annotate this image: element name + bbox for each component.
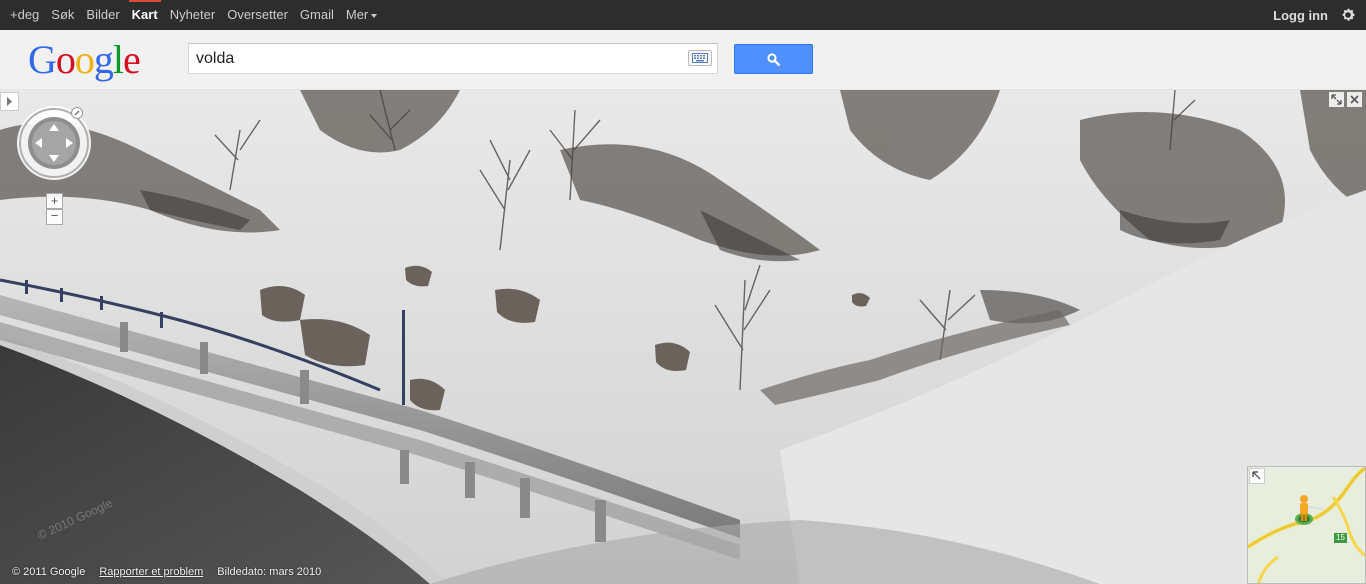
nav-item-oversetter[interactable]: Oversetter xyxy=(227,0,288,30)
logo-letter: o xyxy=(74,37,95,82)
logo-letter: e xyxy=(123,37,141,82)
search-box xyxy=(188,43,718,74)
google-logo[interactable]: Google xyxy=(28,37,141,82)
top-right: Logg inn xyxy=(1273,0,1356,30)
close-icon xyxy=(1350,95,1359,104)
expand-icon xyxy=(1331,94,1342,105)
close-street-view-button[interactable] xyxy=(1347,92,1362,107)
search-header: Google xyxy=(0,30,1366,90)
search-button[interactable] xyxy=(734,44,813,74)
nav-item-mer[interactable]: Mer xyxy=(345,0,378,30)
mini-map-image xyxy=(1248,467,1365,583)
nav-item-mer-label: Mer xyxy=(345,7,369,22)
nav-item-nyheter[interactable]: Nyheter xyxy=(170,0,216,30)
street-view-image: © 2010 Google xyxy=(0,90,1366,584)
street-view-panorama[interactable]: © 2010 Google xyxy=(0,90,1366,584)
report-problem-link[interactable]: Rapporter et problem xyxy=(99,566,203,578)
zoom-in-button[interactable]: + xyxy=(46,193,63,209)
nav-item-plus-deg[interactable]: +deg xyxy=(10,0,39,30)
magnifier-icon xyxy=(767,52,780,66)
keyboard-icon[interactable] xyxy=(688,50,712,66)
top-bar: +deg Søk Bilder Kart Nyheter Oversetter … xyxy=(0,0,1366,30)
mini-map-expand-button[interactable] xyxy=(1249,468,1265,484)
login-link[interactable]: Logg inn xyxy=(1273,8,1328,23)
copyright-text: © 2011 Google xyxy=(12,566,86,578)
pano-footer: © 2011 Google Rapporter et problem Bilde… xyxy=(12,566,321,578)
image-date-text: Bildedato: mars 2010 xyxy=(217,566,322,578)
top-nav: +deg Søk Bilder Kart Nyheter Oversetter … xyxy=(0,0,389,30)
nav-item-kart[interactable]: Kart xyxy=(128,0,161,30)
road-number-badge: 15 xyxy=(1334,533,1347,543)
logo-letter: l xyxy=(112,37,124,82)
search-input[interactable] xyxy=(189,44,683,73)
chevron-down-icon xyxy=(371,13,378,18)
arrow-up-left-icon xyxy=(1252,471,1261,480)
logo-letter: o xyxy=(55,37,76,82)
nav-item-sok[interactable]: Søk xyxy=(51,0,74,30)
fullscreen-button[interactable] xyxy=(1329,92,1344,107)
gear-icon[interactable] xyxy=(1340,7,1356,23)
logo-letter: g xyxy=(93,37,114,82)
logo-letter: G xyxy=(28,37,57,82)
nav-item-bilder[interactable]: Bilder xyxy=(86,0,119,30)
nav-item-gmail[interactable]: Gmail xyxy=(300,0,334,30)
compass-icon[interactable] xyxy=(71,107,83,119)
zoom-out-button[interactable]: − xyxy=(46,209,63,225)
